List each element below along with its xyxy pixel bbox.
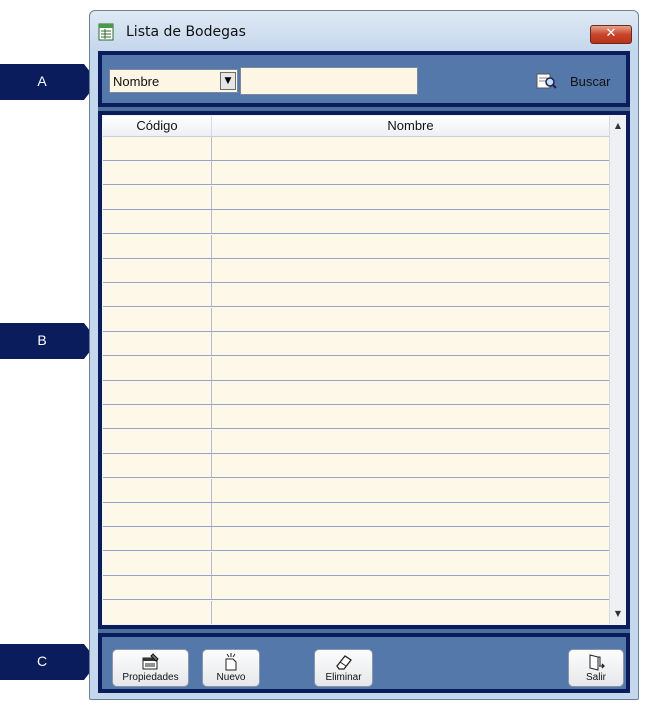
table-row[interactable] xyxy=(103,551,609,576)
delete-button-label: Eliminar xyxy=(325,672,362,683)
exit-button[interactable]: Salir xyxy=(568,649,624,687)
close-button[interactable]: ✕ xyxy=(590,25,632,44)
table-row[interactable] xyxy=(103,137,609,161)
table-row[interactable] xyxy=(103,161,609,186)
table-cell-codigo xyxy=(103,503,212,526)
scroll-up-icon[interactable]: ▲ xyxy=(610,118,626,134)
table-row[interactable] xyxy=(103,283,609,308)
table-cell-codigo xyxy=(103,161,212,185)
bodegas-window: Lista de Bodegas ✕ Nombre ▼ Buscar Códig… xyxy=(89,10,639,700)
table-cell-codigo xyxy=(103,551,212,575)
vertical-scrollbar[interactable]: ▲ ▼ xyxy=(609,116,626,624)
new-document-icon xyxy=(225,653,237,671)
table-cell-codigo xyxy=(103,259,212,282)
table-row[interactable] xyxy=(103,234,609,259)
grid-body xyxy=(103,137,609,624)
table-row[interactable] xyxy=(103,454,609,479)
table-row[interactable] xyxy=(103,478,609,503)
table-cell-codigo xyxy=(103,332,212,356)
eraser-icon xyxy=(335,655,352,670)
window-title: Lista de Bodegas xyxy=(126,24,246,40)
callout-b-label: B xyxy=(37,332,47,348)
table-cell-codigo xyxy=(103,185,212,209)
table-row[interactable] xyxy=(103,307,609,332)
table-cell-codigo xyxy=(103,307,212,331)
delete-button[interactable]: Eliminar xyxy=(314,649,373,687)
table-cell-codigo xyxy=(103,454,212,478)
table-row[interactable] xyxy=(103,576,609,601)
search-button[interactable]: Buscar xyxy=(536,69,624,93)
grid-panel: Código Nombre ▲ ▼ xyxy=(98,111,630,629)
table-row[interactable] xyxy=(103,356,609,381)
table-cell-codigo xyxy=(103,405,212,429)
table-cell-codigo xyxy=(103,210,212,234)
column-header-codigo[interactable]: Código xyxy=(103,116,212,136)
table-cell-codigo xyxy=(103,234,212,258)
table-cell-codigo xyxy=(103,356,212,380)
search-field-select[interactable]: Nombre ▼ xyxy=(109,69,238,93)
table-cell-codigo xyxy=(103,478,212,502)
properties-button-label: Propiedades xyxy=(122,672,179,683)
spreadsheet-icon xyxy=(98,23,114,41)
table-cell-codigo xyxy=(103,600,212,624)
client-area: Nombre ▼ Buscar Código Nombre ▲ ▼ Propie… xyxy=(98,51,630,693)
exit-button-label: Salir xyxy=(585,672,606,683)
callout-c-label: C xyxy=(36,653,48,669)
table-cell-codigo xyxy=(103,429,212,453)
table-row[interactable] xyxy=(103,600,609,624)
table-row[interactable] xyxy=(103,332,609,357)
column-header-nombre[interactable]: Nombre xyxy=(212,116,609,136)
table-row[interactable] xyxy=(103,259,609,283)
exit-door-icon xyxy=(589,654,605,671)
table-cell-codigo xyxy=(103,283,212,307)
search-bar: Nombre ▼ Buscar xyxy=(98,51,630,107)
properties-button[interactable]: Propiedades xyxy=(112,649,189,687)
table-row[interactable] xyxy=(103,405,609,430)
table-row[interactable] xyxy=(103,381,609,405)
search-field-value: Nombre xyxy=(113,74,160,89)
table-row[interactable] xyxy=(103,429,609,454)
search-input[interactable] xyxy=(240,67,418,95)
new-button-label: Nuevo xyxy=(216,672,246,683)
table-cell-codigo xyxy=(103,576,212,600)
callout-c: C xyxy=(0,644,98,680)
search-icon xyxy=(536,73,557,89)
title-bar[interactable]: Lista de Bodegas ✕ xyxy=(90,11,638,51)
table-row[interactable] xyxy=(103,527,609,552)
chevron-down-icon[interactable]: ▼ xyxy=(220,72,236,90)
callout-b: B xyxy=(0,323,98,359)
scroll-down-icon[interactable]: ▼ xyxy=(610,606,626,622)
table-cell-codigo xyxy=(103,527,212,551)
search-button-label: Buscar xyxy=(570,73,611,89)
close-icon: ✕ xyxy=(605,26,617,41)
table-row[interactable] xyxy=(103,185,609,210)
callout-a-label: A xyxy=(37,73,47,89)
table-cell-codigo xyxy=(103,381,212,404)
new-button[interactable]: Nuevo xyxy=(202,649,260,687)
table-row[interactable] xyxy=(103,503,609,527)
table-cell-codigo xyxy=(103,137,212,160)
grid-header: Código Nombre xyxy=(103,116,609,137)
edit-properties-icon xyxy=(142,653,159,670)
callout-a: A xyxy=(0,64,98,100)
bottom-toolbar: Propiedades Nuevo Eliminar Salir xyxy=(98,633,630,693)
bodegas-grid[interactable]: Código Nombre xyxy=(103,116,609,624)
table-row[interactable] xyxy=(103,210,609,235)
